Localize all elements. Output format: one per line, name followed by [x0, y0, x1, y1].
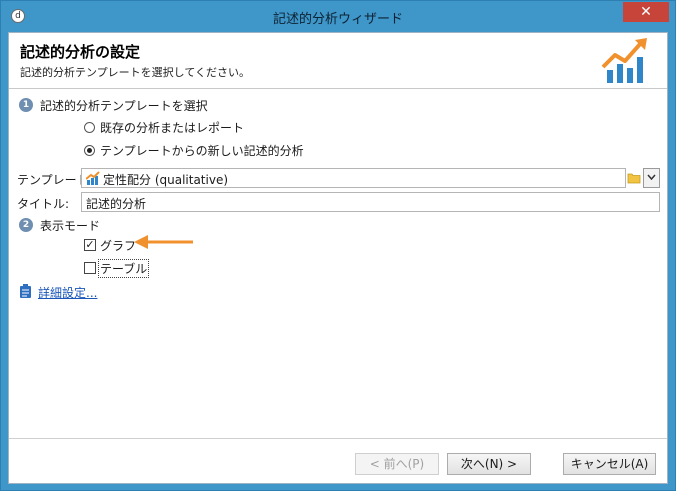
arrow-annotation-icon — [134, 235, 193, 249]
chart-logo-icon — [601, 38, 647, 83]
radio-existing-analysis[interactable] — [84, 122, 95, 133]
wizard-client-area: 記述的分析の設定 記述的分析テンプレートを選択してください。 1 記述的分析テン… — [8, 32, 668, 484]
graph-checkbox-label[interactable]: グラフ — [100, 237, 136, 254]
template-field[interactable]: 定性配分 (qualitative) — [81, 168, 626, 188]
template-dropdown-button[interactable] — [643, 168, 660, 188]
graph-checkbox[interactable]: ✓ — [84, 239, 96, 251]
table-checkbox[interactable] — [84, 262, 96, 274]
step-2-badge: 2 — [19, 218, 33, 232]
folder-icon[interactable] — [627, 171, 641, 184]
header-divider — [9, 88, 667, 89]
step-2-label: 表示モード — [40, 219, 101, 233]
previous-button[interactable]: < 前へ(P) — [355, 453, 439, 475]
step-1-badge: 1 — [19, 98, 33, 112]
qualitative-chart-icon — [86, 171, 100, 185]
title-field[interactable]: 記述的分析 — [81, 192, 660, 212]
chevron-down-icon — [647, 174, 656, 181]
advanced-settings-link[interactable]: 詳細設定... — [38, 284, 97, 301]
next-button[interactable]: 次へ(N) > — [447, 453, 531, 475]
wizard-window: d 記述的分析ウィザード ✕ 記述的分析の設定 記述的分析テンプレートを選択して… — [0, 0, 676, 491]
page-title: 記述的分析の設定 — [20, 43, 141, 61]
title-bar: d 記述的分析ウィザード ✕ — [1, 1, 675, 33]
close-button[interactable]: ✕ — [623, 2, 669, 22]
radio-existing-analysis-label[interactable]: 既存の分析またはレポート — [100, 119, 244, 136]
page-subtitle: 記述的分析テンプレートを選択してください。 — [20, 66, 251, 79]
step-1-label: 記述的分析テンプレートを選択 — [40, 99, 208, 113]
radio-new-from-template-label[interactable]: テンプレートからの新しい記述的分析 — [100, 142, 304, 159]
title-value: 記述的分析 — [86, 197, 147, 211]
clipboard-icon — [20, 284, 31, 298]
footer-divider — [9, 438, 667, 439]
window-title: 記述的分析ウィザード — [272, 12, 403, 27]
title-label: タイトル: — [17, 197, 70, 211]
table-checkbox-label[interactable]: テーブル — [98, 259, 150, 278]
template-value: 定性配分 (qualitative) — [103, 173, 229, 187]
cancel-button[interactable]: キャンセル(A) — [563, 453, 656, 475]
radio-new-from-template[interactable] — [84, 145, 95, 156]
